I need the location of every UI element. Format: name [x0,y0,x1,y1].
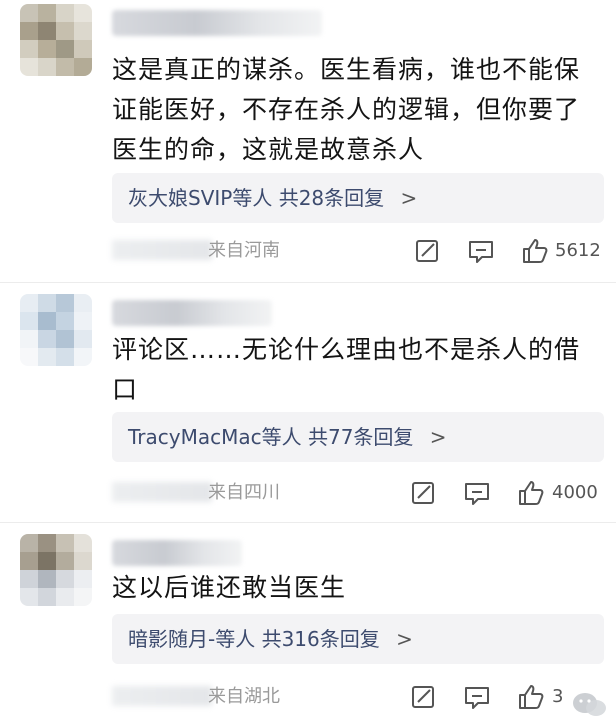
share-icon[interactable] [408,478,438,508]
comment-line: 这以后谁还敢当医生 [112,573,347,602]
replies-summary[interactable]: 灰大娘SVIP等人 共28条回复 > [112,173,604,223]
comment-meta: 来自湖北 3 [112,680,604,714]
divider [0,522,616,523]
chevron-right-icon: > [396,627,413,651]
avatar[interactable] [20,294,92,366]
timestamp-blurred [112,240,212,260]
like-icon[interactable] [516,682,546,712]
comment-text: 这是真正的谋杀。医生看病，谁也不能保 证能医好，不存在杀人的逻辑，但你要了 医生… [112,50,602,170]
like-icon[interactable] [520,236,550,266]
reply-users: 暗影随月-等人 [128,627,256,651]
comment-icon[interactable] [462,682,492,712]
comment-line: 证能医好，不存在杀人的逻辑，但你要了 [112,95,581,124]
chevron-right-icon: > [400,186,418,210]
location-label: 来自四川 [208,482,280,503]
comment-text: 这以后谁还敢当医生 [112,568,602,608]
comment-meta: 来自河南 5612 [112,234,604,268]
reply-count: 共77条回复 [307,425,414,449]
username-blurred[interactable] [112,540,242,566]
chevron-right-icon: > [429,425,447,449]
username-blurred[interactable] [112,300,272,326]
location-label: 来自湖北 [208,686,280,707]
reply-count: 共316条回复 [261,627,380,651]
avatar[interactable] [20,534,92,606]
divider [0,282,616,283]
comment-icon[interactable] [466,236,496,266]
location-label: 来自河南 [208,240,280,261]
like-icon[interactable] [516,478,546,508]
reply-users: 灰大娘SVIP等人 [128,186,273,210]
username-blurred[interactable] [112,10,322,36]
timestamp-blurred [112,482,212,502]
like-count: 3 [552,686,564,707]
reply-count: 共28条回复 [278,186,385,210]
timestamp-blurred [112,686,212,706]
avatar[interactable] [20,4,92,76]
like-count: 4000 [552,482,598,503]
comment-icon[interactable] [462,478,492,508]
share-icon[interactable] [412,236,442,266]
replies-summary[interactable]: 暗影随月-等人 共316条回复 > [112,614,604,664]
comment-meta: 来自四川 4000 [112,476,604,510]
like-count: 5612 [555,240,601,261]
comment-line: 医生的命，这就是故意杀人 [112,135,425,164]
reply-users: TracyMacMac等人 [128,425,302,449]
comment-line: 评论区……无论什么理由也不是杀人的借口 [112,335,581,404]
wechat-watermark-icon [573,693,606,716]
share-icon[interactable] [408,682,438,712]
comment-line: 这是真正的谋杀。医生看病，谁也不能保 [112,55,581,84]
replies-summary[interactable]: TracyMacMac等人 共77条回复 > [112,412,604,462]
